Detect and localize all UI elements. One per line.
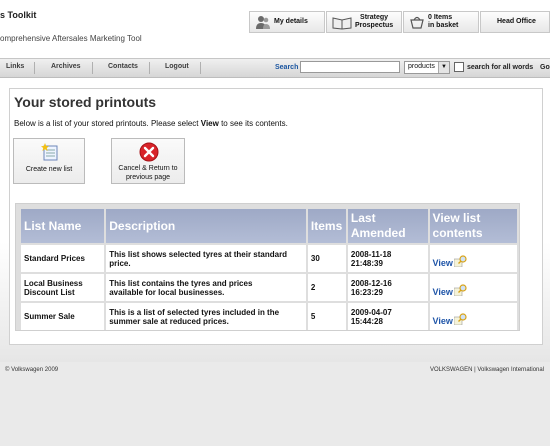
header-line: Last: [350, 211, 376, 225]
cancel-return-button[interactable]: Cancel & Return to previous page: [111, 138, 185, 184]
cell-list-name: Local Business Discount List: [21, 274, 105, 301]
cancel-label-line2: previous page: [126, 174, 170, 181]
nav-link-archives[interactable]: Archives: [51, 63, 81, 70]
new-list-icon: [41, 143, 58, 161]
printouts-table-frame: List Name Description Items Last Amended …: [15, 203, 520, 331]
amended-time: 16:23:29: [350, 287, 383, 297]
create-new-list-button[interactable]: Create new list: [13, 138, 85, 184]
cell-last-amended: 2008-11-18 21:48:39: [347, 245, 428, 272]
description-text: available for local businesses.: [109, 287, 225, 297]
nav-link-contacts[interactable]: Contacts: [108, 63, 138, 70]
app-title: s Toolkit: [0, 10, 37, 20]
view-link[interactable]: View: [433, 287, 453, 297]
cell-items: 2: [307, 274, 346, 301]
page-title: Your stored printouts: [14, 94, 157, 110]
basket-label: in basket: [428, 22, 459, 29]
cell-last-amended: 2008-12-16 16:23:29: [347, 274, 428, 301]
my-details-label: My details: [274, 18, 308, 25]
nav-link-logout[interactable]: Logout: [165, 63, 189, 70]
column-header-view: View list contents: [429, 209, 517, 243]
cell-view: View: [429, 274, 517, 301]
app-subtitle: omprehensive Aftersales Marketing Tool: [0, 34, 142, 43]
intro-text-bold: View: [200, 119, 219, 128]
amended-time: 15:44:28: [350, 316, 383, 326]
header-line: Amended: [350, 226, 406, 240]
go-button[interactable]: Go: [540, 64, 550, 71]
footer-links[interactable]: VOLKSWAGEN | Volkswagen International: [430, 367, 544, 373]
head-office-label: Head Office: [497, 18, 536, 25]
table-row: Local Business Discount List This list co…: [21, 274, 517, 301]
nav-divider: [92, 62, 93, 74]
column-header-last-amended: Last Amended: [347, 209, 428, 243]
amended-time: 21:48:39: [350, 258, 383, 268]
cell-view: View: [429, 303, 517, 330]
nav-divider: [149, 62, 150, 74]
description-text: price.: [109, 258, 131, 268]
nav-divider: [200, 62, 201, 74]
description-text: This list contains the tyres and prices: [109, 278, 253, 288]
head-office-button[interactable]: Head Office: [480, 11, 550, 33]
user-icon: [256, 16, 270, 29]
header-line: contents: [432, 226, 483, 240]
search-scope-value: products: [408, 63, 435, 70]
header-line: View list: [432, 211, 481, 225]
description-text: This is a list of selected tyres include…: [109, 307, 280, 317]
cancel-label-line1: Cancel & Return to: [118, 165, 178, 172]
footer-copyright: © Volkswagen 2009: [5, 367, 59, 373]
cancel-icon: [139, 142, 159, 162]
cell-items: 5: [307, 303, 346, 330]
search-scope-select[interactable]: products ▼: [404, 61, 450, 74]
cell-items: 30: [307, 245, 346, 272]
search-input[interactable]: [300, 61, 400, 73]
amended-date: 2008-12-16: [350, 278, 392, 288]
table-header-row: List Name Description Items Last Amended …: [21, 209, 517, 243]
list-name-text: Local Business: [24, 278, 83, 288]
list-name-text: Standard Prices: [24, 254, 85, 263]
nav-divider: [34, 62, 35, 74]
strategy-label-line1: Strategy: [360, 14, 389, 21]
nav-link-links[interactable]: Links: [6, 63, 24, 70]
printouts-table: List Name Description Items Last Amended …: [19, 207, 519, 332]
strategy-label-line2: Prospectus: [355, 22, 394, 29]
table-row: Standard Prices This list shows selected…: [21, 245, 517, 272]
header: s Toolkit omprehensive Aftersales Market…: [0, 0, 550, 57]
create-new-list-label: Create new list: [25, 166, 73, 173]
list-name-text: Summer Sale: [24, 312, 75, 321]
basket-count: 0 Items: [428, 14, 453, 21]
amended-date: 2008-11-18: [350, 249, 392, 259]
table-row: Summer Sale This is a list of selected t…: [21, 303, 517, 330]
cell-description: This is a list of selected tyres include…: [106, 303, 306, 330]
cell-list-name: Summer Sale: [21, 303, 105, 330]
list-name-text: Discount List: [24, 287, 75, 297]
view-magnifier-icon[interactable]: [453, 255, 468, 267]
nav-bar: Links Archives Contacts Logout Search pr…: [0, 58, 550, 78]
description-text: This list shows selected tyres at their …: [109, 249, 288, 259]
cell-description: This list contains the tyres and prices a…: [106, 274, 306, 301]
column-header-list-name: List Name: [21, 209, 105, 243]
view-link[interactable]: View: [433, 258, 453, 268]
column-header-items: Items: [307, 209, 346, 243]
amended-date: 2009-04-07: [350, 307, 392, 317]
view-link[interactable]: View: [433, 316, 453, 326]
cell-description: This list shows selected tyres at their …: [106, 245, 306, 272]
all-words-checkbox[interactable]: [454, 62, 464, 72]
cell-view: View: [429, 245, 517, 272]
my-details-button[interactable]: My details: [249, 11, 325, 33]
intro-text-part: Below is a list of your stored printouts…: [14, 119, 201, 128]
cell-last-amended: 2009-04-07 15:44:28: [347, 303, 428, 330]
chevron-down-icon: ▼: [438, 62, 449, 73]
column-header-description: Description: [106, 209, 306, 243]
intro-text: Below is a list of your stored printouts…: [14, 119, 288, 128]
intro-text-part: to see its contents.: [218, 119, 288, 128]
view-magnifier-icon[interactable]: [453, 284, 468, 296]
description-text: summer sale at reduced prices.: [109, 316, 229, 326]
strategy-prospectus-button[interactable]: Strategy Prospectus: [326, 11, 402, 33]
book-icon: [332, 17, 352, 30]
cell-list-name: Standard Prices: [21, 245, 105, 272]
basket-button[interactable]: 0 Items in basket: [403, 11, 479, 33]
all-words-label: search for all words: [467, 64, 534, 71]
basket-icon: [410, 16, 424, 29]
search-label: Search: [275, 64, 299, 71]
view-magnifier-icon[interactable]: [453, 313, 468, 325]
